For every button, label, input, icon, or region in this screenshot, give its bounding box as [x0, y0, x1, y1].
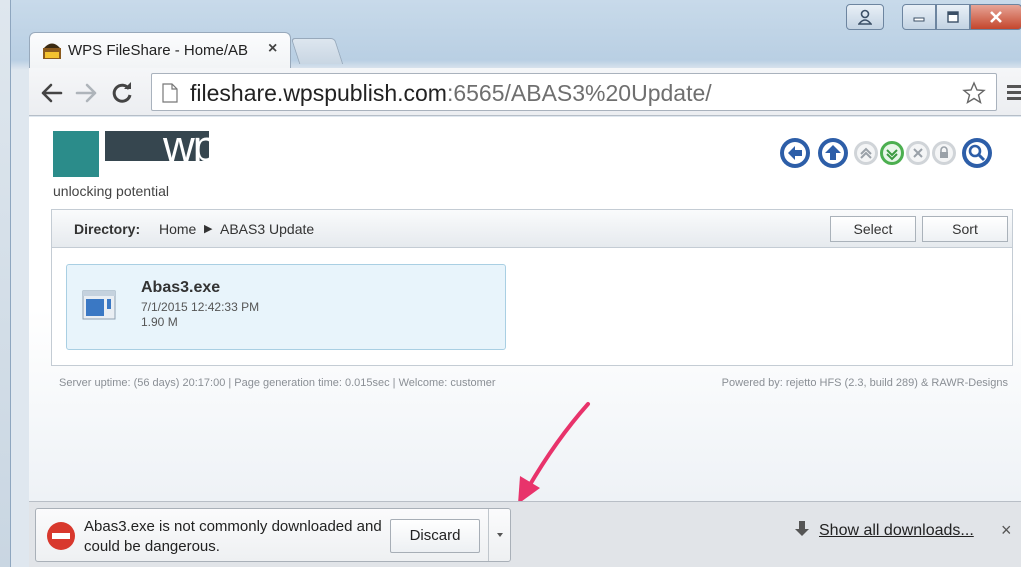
new-tab-button[interactable] — [290, 38, 344, 64]
up-folder-icon[interactable] — [817, 137, 849, 169]
select-all-icon[interactable] — [853, 140, 879, 166]
file-item[interactable]: Abas3.exe 7/1/2015 12:42:33 PM 1.90 M — [66, 264, 506, 350]
logo-dark-block: wps — [105, 125, 237, 169]
close-window-button[interactable] — [970, 4, 1021, 30]
page-icon — [162, 83, 178, 103]
directory-bar: Directory: Home ▶ ABAS3 Update Select So… — [52, 210, 1012, 248]
download-warning-text: Abas3.exe is not commonly downloaded and… — [84, 518, 382, 555]
browser-window: WPS FileShare - Home/AB × fileshare.wpsp… — [10, 0, 1021, 567]
file-name[interactable]: Abas3.exe — [141, 279, 220, 297]
danger-icon — [47, 522, 75, 550]
server-info-footer: Server uptime: (56 days) 20:17:00 | Page… — [59, 377, 496, 389]
maximize-icon — [947, 11, 959, 23]
tab-strip: WPS FileShare - Home/AB × — [29, 32, 1019, 68]
maximize-button[interactable] — [936, 4, 970, 30]
reload-icon[interactable] — [109, 80, 135, 106]
chevron-down-icon — [497, 533, 503, 537]
directory-panel: Directory: Home ▶ ABAS3 Update Select So… — [51, 209, 1013, 366]
download-selected-icon[interactable] — [879, 140, 905, 166]
browser-toolbar: fileshare.wpspublish.com:6565/ABAS3%20Up… — [29, 68, 1021, 116]
logo-wordmark: wps — [163, 122, 237, 171]
minimize-button[interactable] — [902, 4, 936, 30]
tab-title: WPS FileShare - Home/AB — [68, 42, 249, 59]
download-shelf: Abas3.exe is not commonly downloaded and… — [29, 501, 1021, 567]
close-shelf-button[interactable]: × — [1001, 520, 1012, 541]
select-button[interactable]: Select — [830, 216, 916, 242]
tab-wps-fileshare[interactable]: WPS FileShare - Home/AB × — [29, 32, 291, 68]
search-icon[interactable] — [961, 137, 993, 169]
address-bar[interactable]: fileshare.wpspublish.com:6565/ABAS3%20Up… — [151, 73, 997, 111]
delete-icon[interactable] — [905, 140, 931, 166]
file-date: 7/1/2015 12:42:33 PM — [141, 300, 260, 314]
url-path: :6565/ABAS3%20Update/ — [446, 80, 712, 106]
breadcrumb-current[interactable]: ABAS3 Update — [220, 221, 314, 237]
url-text: fileshare.wpspublish.com:6565/ABAS3%20Up… — [190, 80, 712, 107]
directory-label: Directory: — [74, 221, 141, 237]
executable-file-icon — [82, 290, 116, 320]
back-circle-icon[interactable] — [779, 137, 811, 169]
show-all-downloads-link[interactable]: Show all downloads... — [819, 522, 974, 540]
logo-teal-block — [53, 131, 99, 177]
menu-icon[interactable] — [1007, 82, 1021, 102]
back-icon[interactable] — [39, 80, 65, 106]
minimize-icon — [913, 17, 925, 22]
tab-close-button[interactable]: × — [268, 40, 277, 58]
file-size: 1.90 M — [141, 315, 178, 329]
logo-tagline: unlocking potential — [53, 183, 169, 199]
powered-by-footer: Powered by: rejetto HFS (2.3, build 289)… — [721, 377, 1008, 389]
forward-icon[interactable] — [73, 80, 99, 106]
url-host: fileshare.wpspublish.com — [190, 80, 447, 106]
user-icon — [858, 9, 872, 25]
sort-button[interactable]: Sort — [922, 216, 1008, 242]
wps-logo[interactable]: wps unlocking potential — [53, 125, 237, 205]
action-icon-bar — [779, 137, 1019, 173]
download-arrow-icon — [795, 521, 809, 536]
discard-button[interactable]: Discard — [390, 519, 480, 553]
breadcrumb-home[interactable]: Home — [159, 221, 196, 237]
lock-icon[interactable] — [931, 140, 957, 166]
star-icon[interactable] — [962, 81, 986, 105]
breadcrumb-separator-icon: ▶ — [204, 223, 213, 235]
user-profile-button[interactable] — [846, 4, 884, 30]
download-item: Abas3.exe is not commonly downloaded and… — [35, 508, 511, 562]
annotation-arrow-icon — [518, 402, 590, 504]
download-options-button[interactable] — [488, 509, 510, 561]
close-icon — [990, 11, 1002, 23]
hfs-favicon-icon — [43, 43, 61, 59]
